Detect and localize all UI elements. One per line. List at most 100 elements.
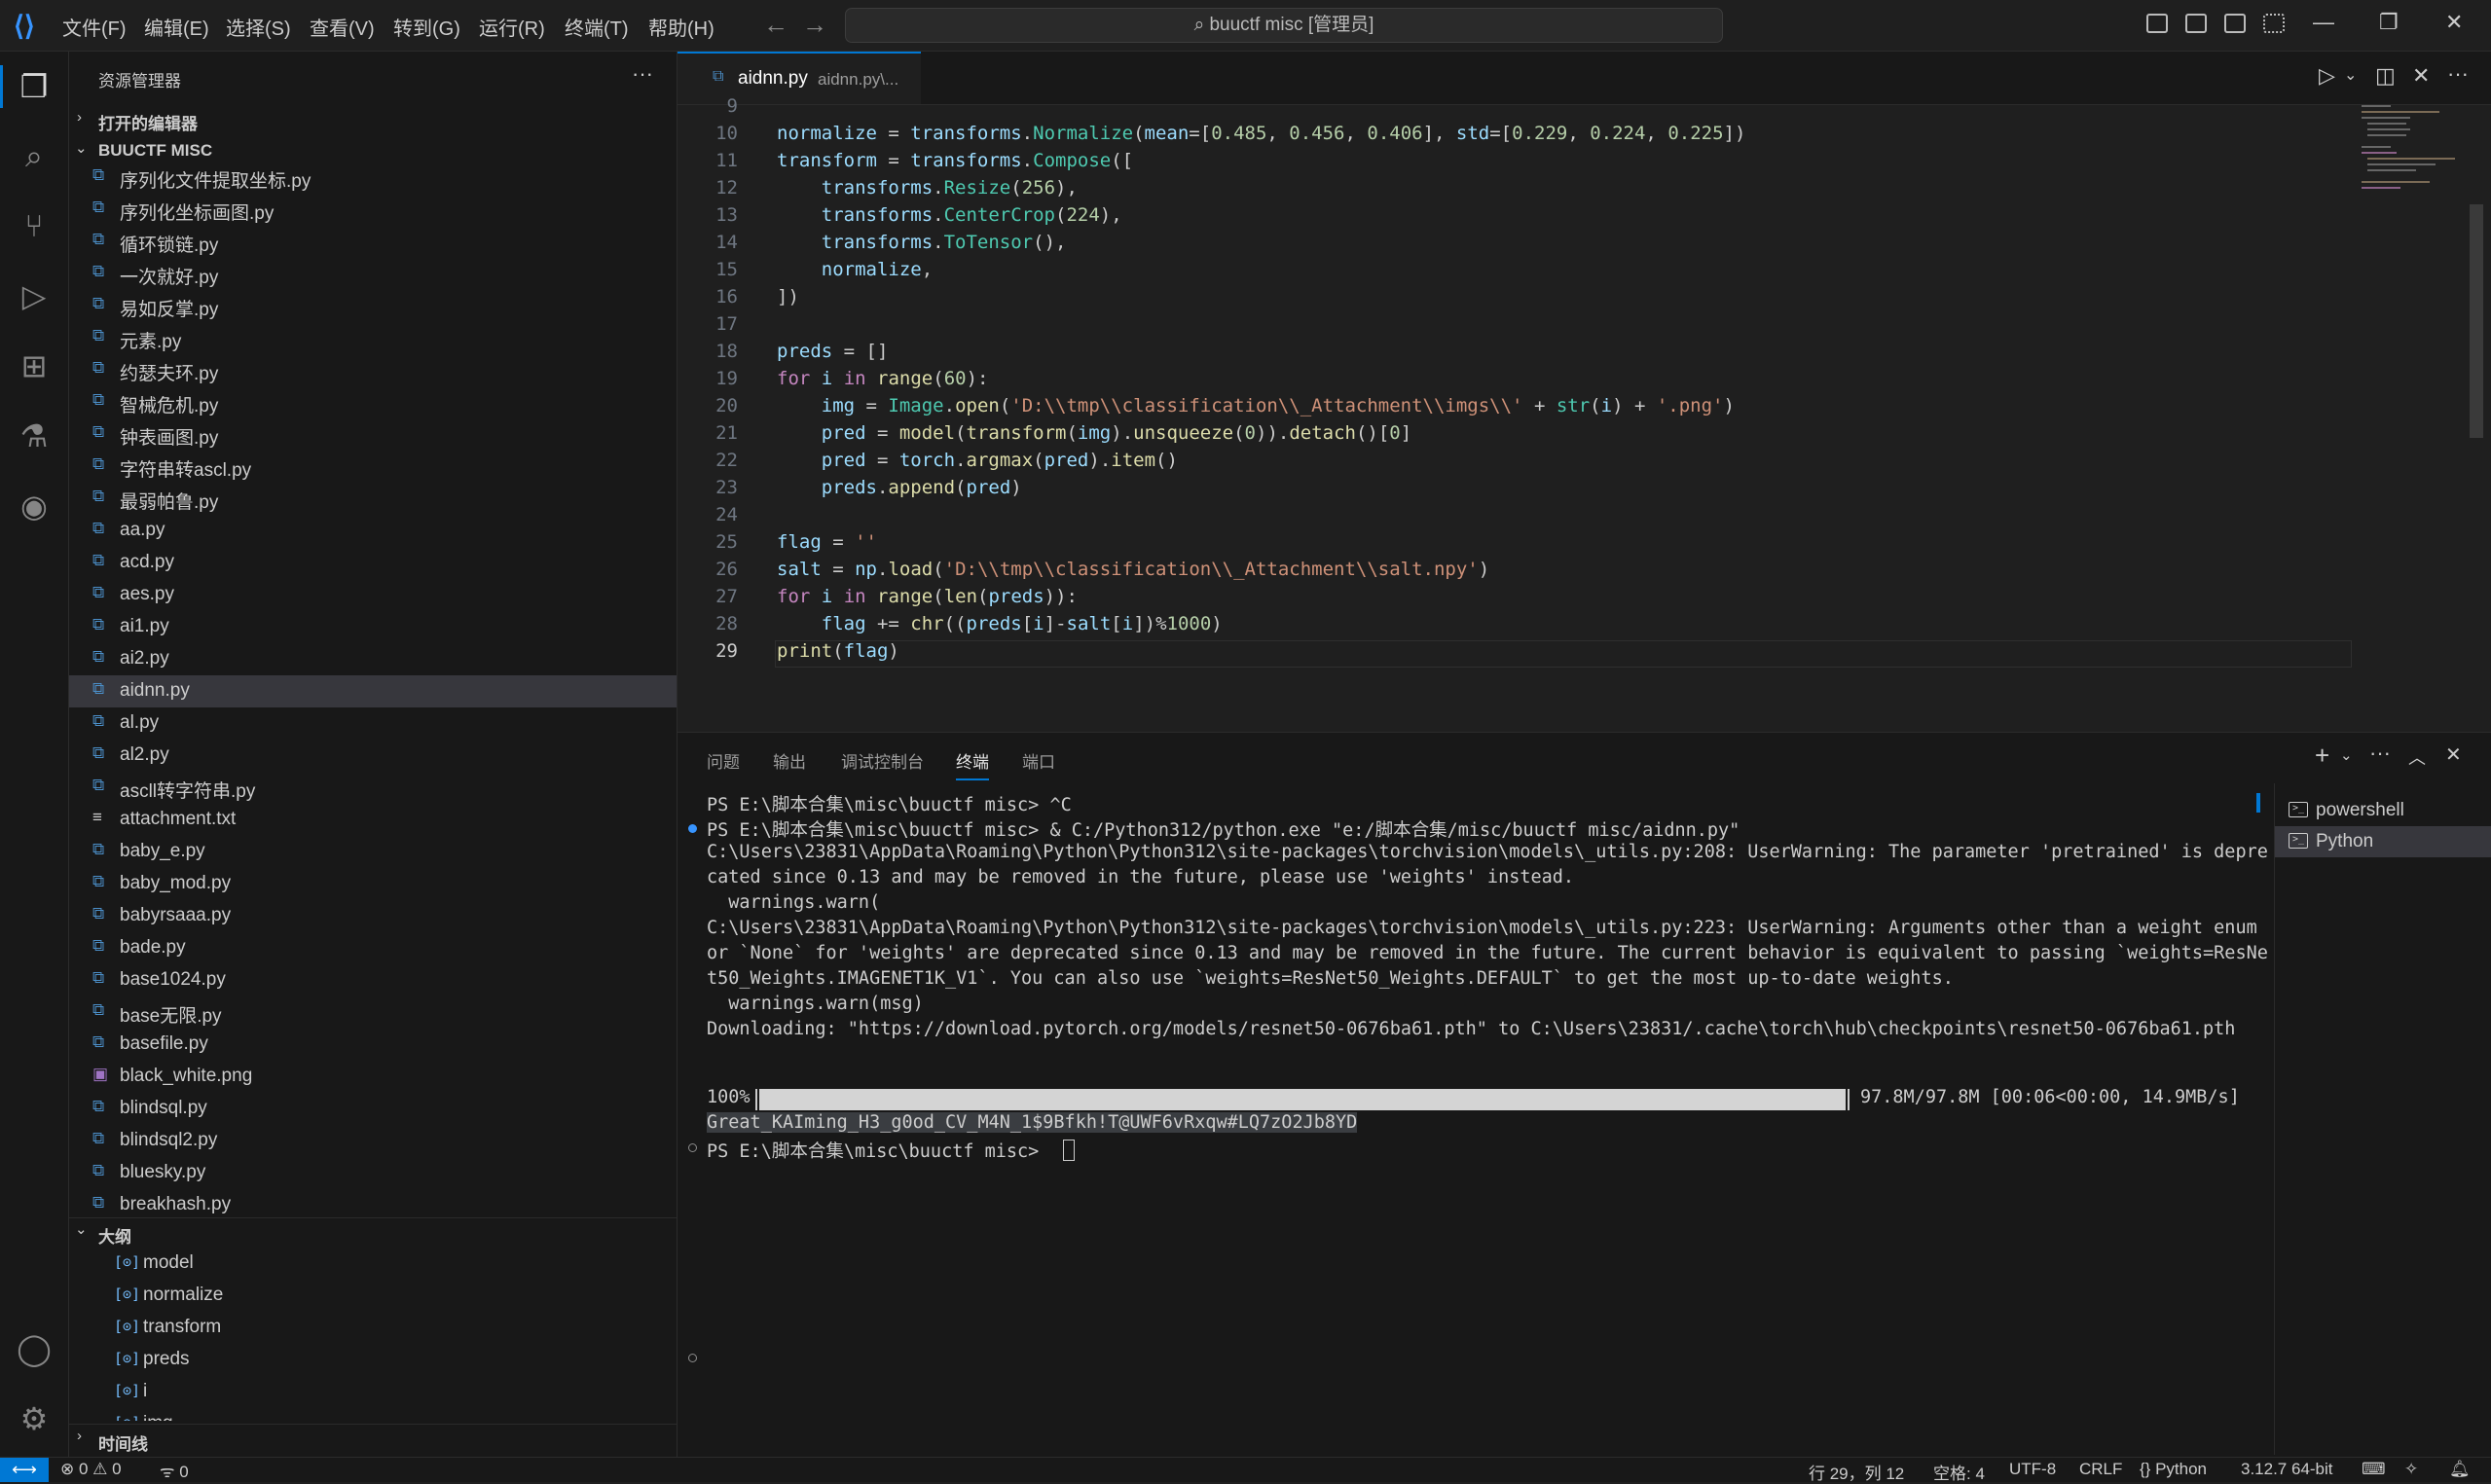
file-item[interactable]: ⧉ 序列化坐标画图.py [69, 194, 677, 226]
toggle-secondary-sidebar-icon[interactable] [2224, 14, 2246, 33]
file-item[interactable]: ⧉ aes.py [69, 579, 677, 611]
file-item[interactable]: ⧉ blindsql.py [69, 1093, 677, 1125]
explorer-icon[interactable]: ❐ [16, 68, 53, 105]
file-item[interactable]: ⧉ 序列化文件提取坐标.py [69, 162, 677, 194]
command-center[interactable]: ⌕ buuctf misc [管理员] [845, 8, 1723, 43]
file-item[interactable]: ⧉ 一次就好.py [69, 258, 677, 290]
restore-icon[interactable]: ❐ [2379, 10, 2399, 35]
more-actions-icon[interactable]: ··· [2447, 61, 2469, 87]
forward-arrow-icon[interactable]: → [802, 10, 827, 40]
feedback-icon[interactable]: ✧ [2404, 1460, 2418, 1479]
file-item[interactable]: ⧉ blindsql2.py [69, 1125, 677, 1157]
file-item[interactable]: ⧉ base无限.py [69, 996, 677, 1029]
close-editor-icon[interactable]: ✕ [2412, 63, 2430, 89]
tab-ports[interactable]: 端口 [1022, 748, 1055, 773]
outline-item[interactable]: [⊙] transform [69, 1312, 677, 1344]
extensions-icon[interactable]: ⊞ [16, 347, 53, 384]
menu-help[interactable]: 帮助(H) [648, 13, 714, 41]
copilot-icon[interactable]: ⌨ [2362, 1460, 2386, 1479]
file-item[interactable]: ⧉ aidnn.py [69, 675, 677, 707]
terminal-scrollbar[interactable] [2254, 791, 2262, 1433]
ports-indicator[interactable]: ᯤ 0 [160, 1460, 189, 1482]
toggle-primary-sidebar-icon[interactable] [2146, 14, 2168, 33]
menu-terminal[interactable]: 终端(T) [565, 13, 629, 41]
minimap[interactable] [2360, 105, 2467, 193]
file-item[interactable]: ⧉ aa.py [69, 515, 677, 547]
outline-item[interactable]: [⊙] i [69, 1376, 677, 1408]
file-item[interactable]: ⧉ al.py [69, 707, 677, 740]
file-item[interactable]: ⧉ basefile.py [69, 1029, 677, 1061]
close-panel-icon[interactable]: ✕ [2445, 742, 2462, 767]
notifications-bell-icon[interactable]: 🔔︎ [2449, 1460, 2471, 1479]
file-item[interactable]: ⧉ bluesky.py [69, 1157, 677, 1189]
accounts-icon[interactable]: ◯ [16, 1330, 53, 1367]
menu-view[interactable]: 查看(V) [310, 13, 375, 41]
tab-terminal[interactable]: 终端 [956, 748, 989, 780]
chevron-down-icon[interactable]: ⌄ [2340, 746, 2353, 764]
encoding[interactable]: UTF-8 [2009, 1460, 2056, 1479]
cursor-position[interactable]: 行 29，列 12 [1809, 1460, 1904, 1484]
terminal-output[interactable]: PS E:\脚本合集\misc\buuctf misc> ^C PS E:\脚本合… [678, 791, 2268, 1453]
editor-scrollbar[interactable] [2470, 204, 2483, 438]
tab-debug-console[interactable]: 调试控制台 [841, 748, 924, 773]
file-item[interactable]: ⧉ 字符串转ascl.py [69, 451, 677, 483]
close-window-icon[interactable]: ✕ [2445, 10, 2463, 35]
minimize-icon[interactable]: — [2313, 10, 2334, 35]
source-control-icon[interactable]: ⑂ [16, 207, 53, 244]
terminal-item-powershell[interactable]: >_ powershell [2275, 795, 2491, 826]
file-item[interactable]: ⧉ 循环锁链.py [69, 226, 677, 258]
search-icon[interactable]: ⌕ [16, 137, 53, 174]
file-item[interactable]: ⧉ 钟表画图.py [69, 418, 677, 451]
maximize-panel-icon[interactable]: ︿ [2408, 744, 2426, 770]
run-debug-icon[interactable]: ▷ [16, 277, 53, 314]
file-item[interactable]: ⧉ ai2.py [69, 643, 677, 675]
remote-indicator-icon[interactable]: ⟷ [0, 1458, 49, 1482]
file-item[interactable]: ⧉ babyrsaaa.py [69, 900, 677, 932]
file-item[interactable]: ⧉ baby_e.py [69, 836, 677, 868]
new-terminal-icon[interactable]: + [2315, 741, 2329, 771]
back-arrow-icon[interactable]: ← [763, 10, 788, 40]
tab-output[interactable]: 输出 [773, 748, 806, 773]
timeline-section-header[interactable]: › 时间线 [69, 1424, 677, 1454]
file-item[interactable]: ⧉ 智械危机.py [69, 386, 677, 418]
run-python-icon[interactable]: ▷ [2319, 63, 2335, 89]
testing-icon[interactable]: ⚗ [16, 417, 53, 454]
file-item[interactable]: ⧉ 最弱帕鲁.py [69, 483, 677, 515]
file-item[interactable]: ⧉ base1024.py [69, 964, 677, 996]
settings-gear-icon[interactable]: ⚙ [16, 1400, 53, 1437]
file-item[interactable]: ⧉ baby_mod.py [69, 868, 677, 900]
terminal-item-python[interactable]: >_ Python [2275, 826, 2491, 857]
file-item[interactable]: ⧉ 易如反掌.py [69, 290, 677, 322]
file-item[interactable]: ⧉ al2.py [69, 740, 677, 772]
file-item[interactable]: ⧉ 元素.py [69, 322, 677, 354]
chevron-down-icon[interactable]: ⌄ [2344, 65, 2357, 85]
menu-file[interactable]: 文件(F) [62, 13, 127, 41]
language-mode[interactable]: {} Python [2140, 1460, 2207, 1479]
code-editor[interactable]: 9 10 normalize = transforms.Normalize(mea… [678, 95, 2491, 730]
menu-selection[interactable]: 选择(S) [226, 13, 291, 41]
outline-item[interactable]: [⊙] preds [69, 1344, 677, 1376]
indentation[interactable]: 空格: 4 [1933, 1460, 1985, 1484]
more-actions-icon[interactable]: ··· [2369, 741, 2391, 766]
customize-layout-icon[interactable] [2263, 14, 2285, 33]
more-actions-icon[interactable]: ··· [632, 61, 653, 87]
menu-edit[interactable]: 编辑(E) [144, 13, 209, 41]
tab-problems[interactable]: 问题 [707, 748, 740, 773]
problems-indicator[interactable]: ⊗ 0 ⚠ 0 [60, 1460, 122, 1479]
file-item[interactable]: ≡ attachment.txt [69, 804, 677, 836]
file-item[interactable]: ▣ black_white.png [69, 1061, 677, 1093]
outline-item[interactable]: [⊙]img [69, 1408, 677, 1421]
menu-goto[interactable]: 转到(G) [393, 13, 460, 41]
split-editor-icon[interactable]: ◫ [2375, 63, 2396, 89]
file-item[interactable]: ⧉ 约瑟夫环.py [69, 354, 677, 386]
remote-explorer-icon[interactable]: ◉ [16, 488, 53, 525]
file-item[interactable]: ⧉ ascll转字符串.py [69, 772, 677, 804]
outline-item[interactable]: [⊙] model [69, 1248, 677, 1280]
outline-item[interactable]: [⊙] normalize [69, 1280, 677, 1312]
file-item[interactable]: ⧉ bade.py [69, 932, 677, 964]
outline-section-header[interactable]: ⌄ 大纲 [69, 1217, 677, 1248]
python-interpreter[interactable]: 3.12.7 64-bit [2241, 1460, 2333, 1479]
menu-run[interactable]: 运行(R) [479, 13, 545, 41]
toggle-panel-icon[interactable] [2185, 14, 2207, 33]
file-item[interactable]: ⧉ ai1.py [69, 611, 677, 643]
